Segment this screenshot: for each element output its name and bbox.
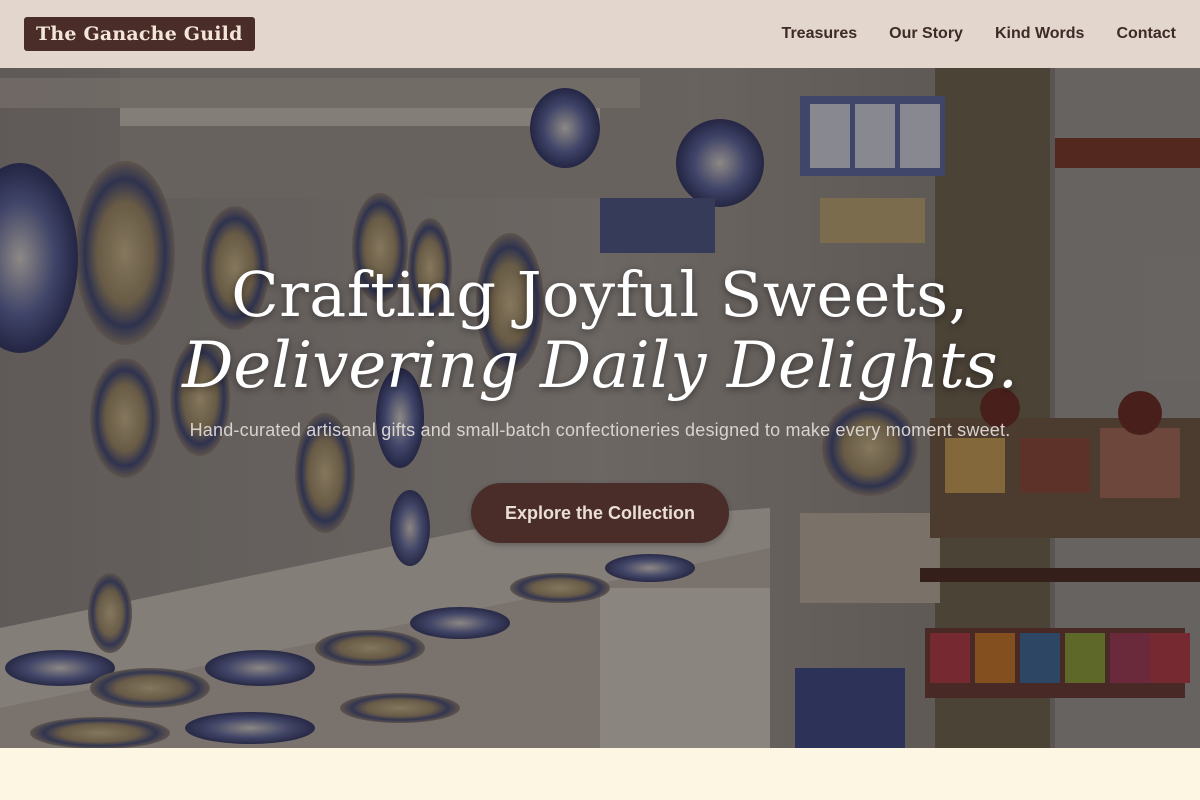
hero-content: Crafting Joyful Sweets, Delivering Daily… bbox=[0, 68, 1200, 748]
hero-subheading: Hand-curated artisanal gifts and small-b… bbox=[189, 420, 1011, 440]
nav-link-our-story[interactable]: Our Story bbox=[889, 25, 963, 43]
brand-logo[interactable]: The Ganache Guild bbox=[24, 17, 255, 51]
main-nav: Treasures Our Story Kind Words Contact bbox=[782, 25, 1176, 43]
nav-link-contact[interactable]: Contact bbox=[1116, 25, 1176, 43]
hero-headline-line-2: Delivering Daily Delights. bbox=[182, 329, 1018, 403]
nav-link-treasures[interactable]: Treasures bbox=[782, 25, 858, 43]
nav-link-kind-words[interactable]: Kind Words bbox=[995, 25, 1084, 43]
next-section-strip bbox=[0, 748, 1200, 800]
explore-collection-button[interactable]: Explore the Collection bbox=[471, 483, 729, 543]
hero-headline-line-1: Crafting Joyful Sweets, bbox=[231, 258, 969, 331]
top-navbar: The Ganache Guild Treasures Our Story Ki… bbox=[0, 0, 1200, 68]
hero-section: Crafting Joyful Sweets, Delivering Daily… bbox=[0, 68, 1200, 748]
